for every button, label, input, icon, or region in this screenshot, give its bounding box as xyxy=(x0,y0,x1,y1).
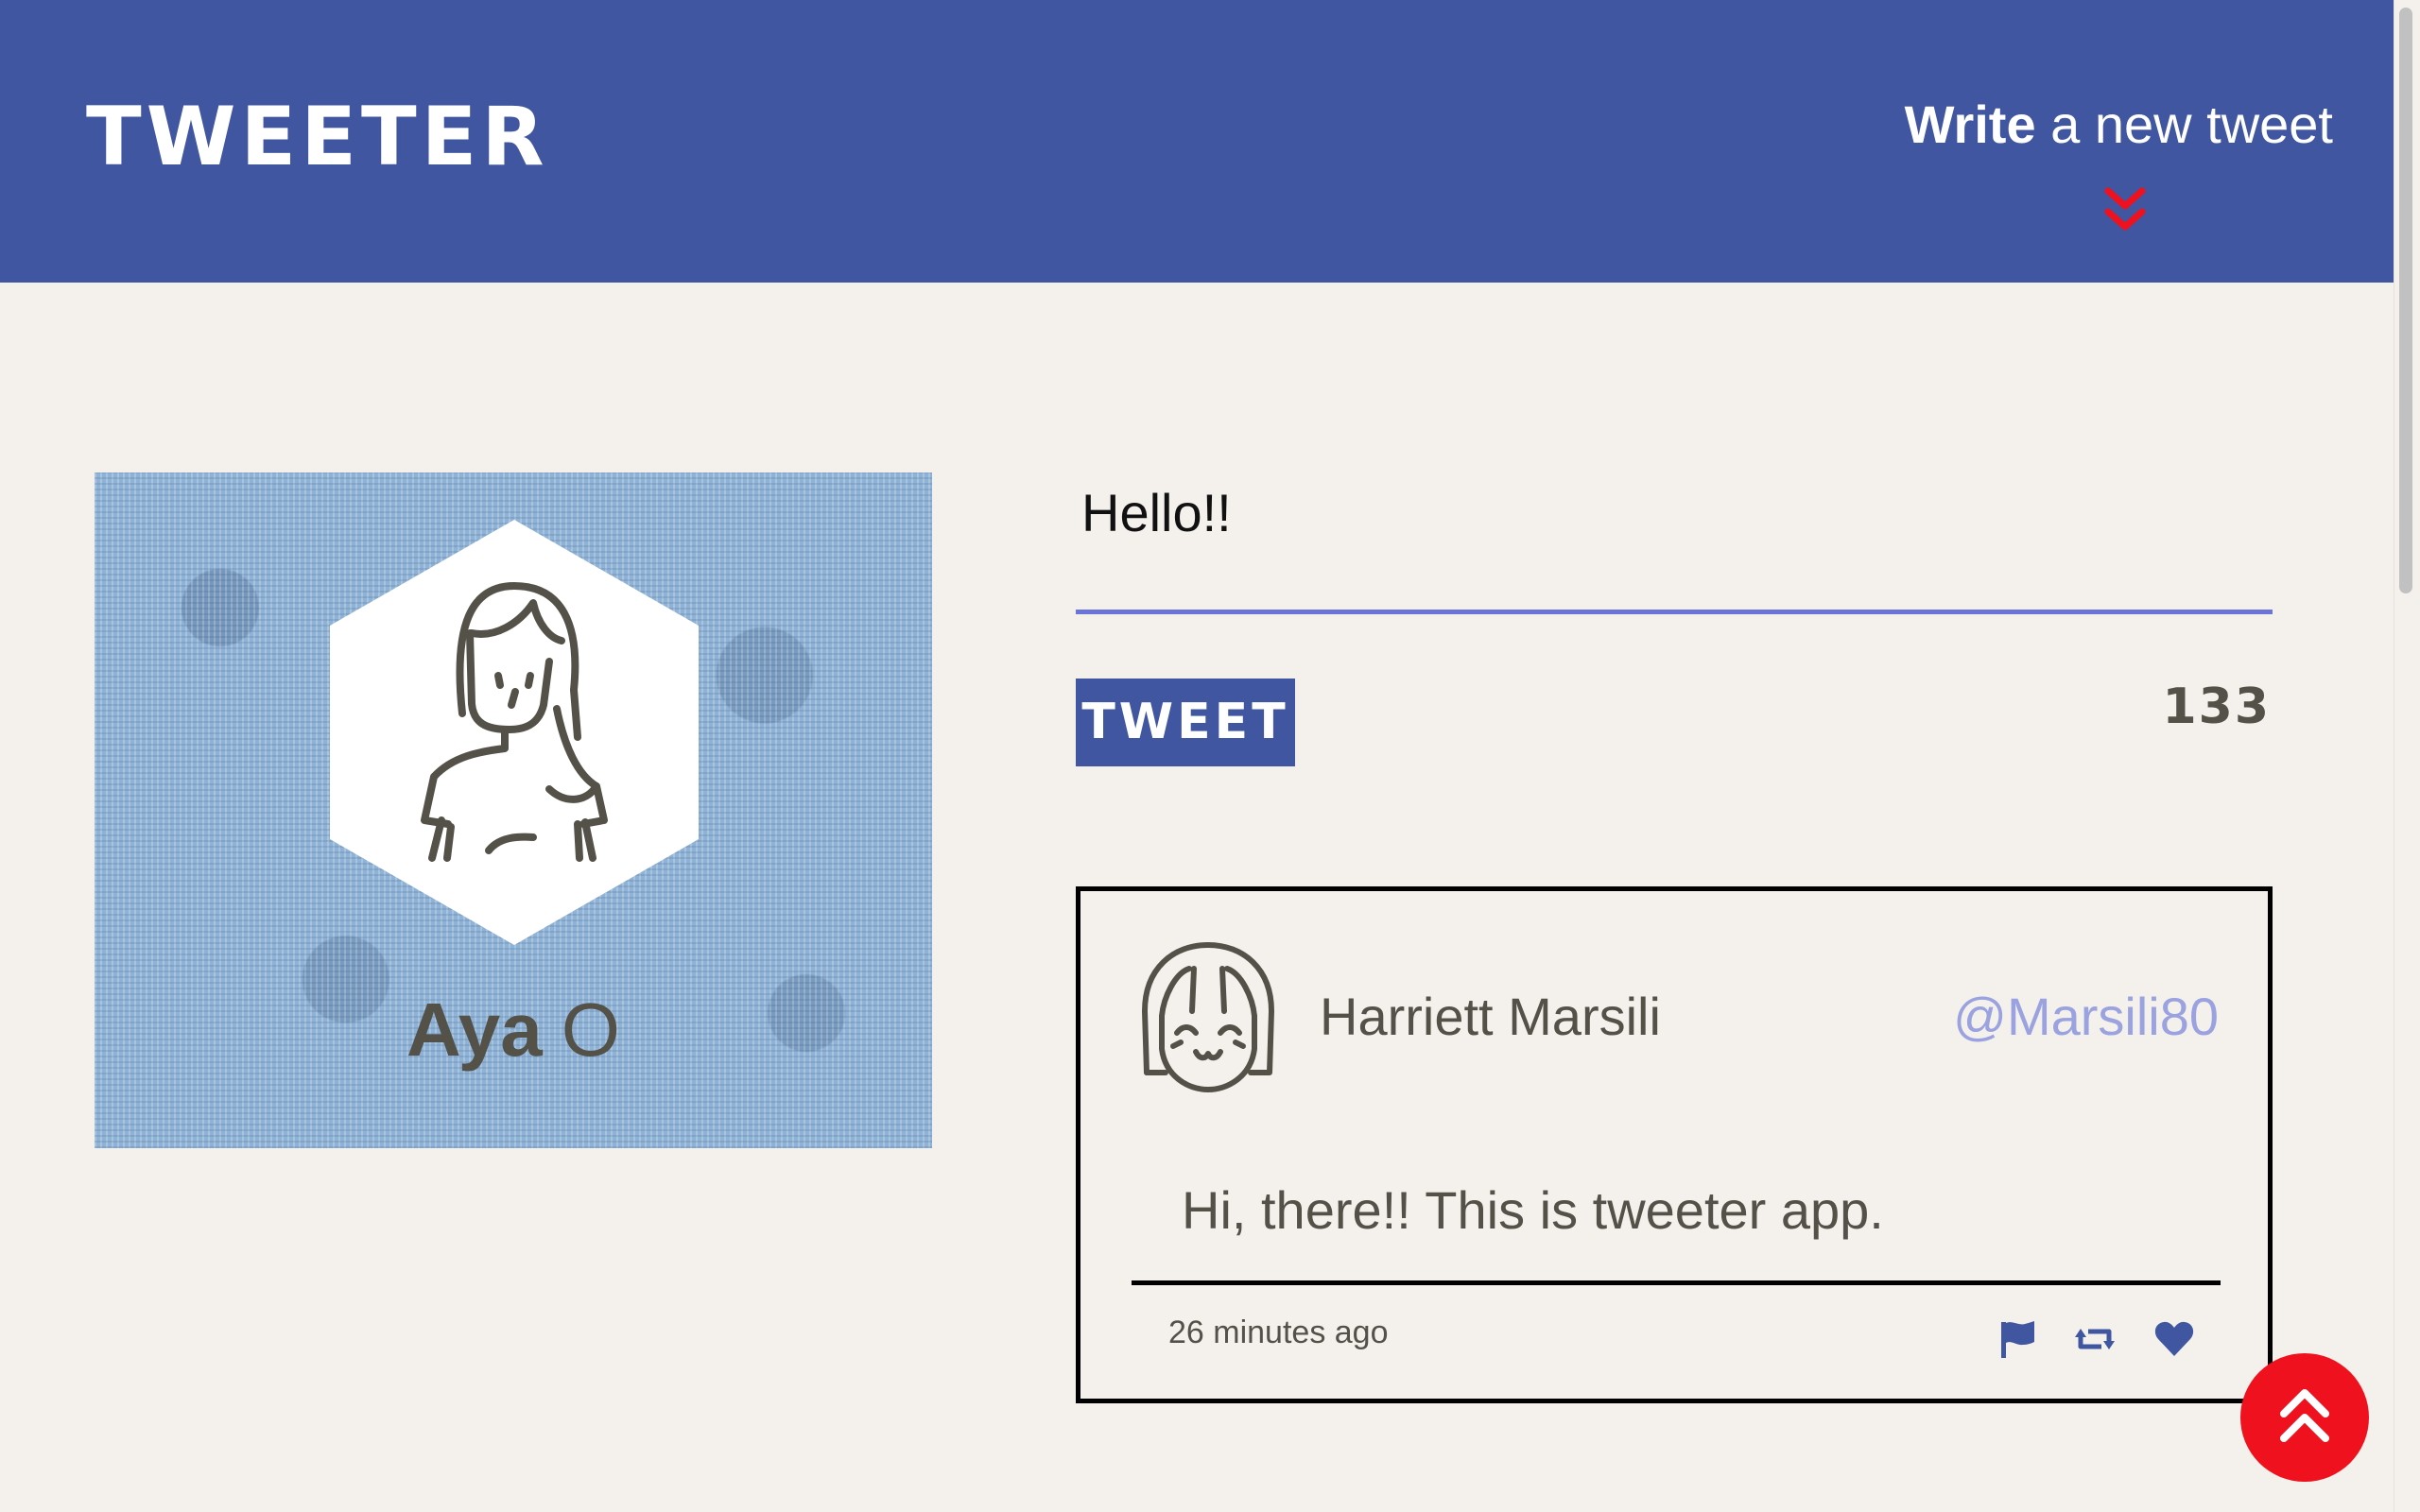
tweet-author-name: Harriett Marsili xyxy=(1320,987,1661,1046)
profile-name-suffix: O xyxy=(561,988,621,1072)
profile-card: Aya O xyxy=(95,472,932,1148)
double-chevron-up-icon xyxy=(2280,1389,2329,1442)
retweet-icon[interactable] xyxy=(2073,1318,2117,1360)
heart-icon[interactable] xyxy=(2152,1318,2196,1360)
double-chevron-down-icon[interactable] xyxy=(2100,185,2150,236)
write-label-bold: Write xyxy=(1904,94,2036,154)
tweet-submit-button[interactable]: TWEET xyxy=(1076,679,1295,766)
write-new-tweet-link[interactable]: Write a new tweet xyxy=(1905,98,2333,151)
compose-tweet-form: TWEET 133 xyxy=(1076,463,2273,766)
character-counter: 133 xyxy=(2162,679,2271,735)
smiling-girl-avatar-icon xyxy=(1142,942,1274,1092)
tweet-content: Hi, there!! This is tweeter app. xyxy=(1182,1180,1884,1240)
tweet-author-handle: @Marsili80 xyxy=(1953,987,2219,1046)
tweet-textarea[interactable] xyxy=(1076,463,2273,614)
profile-avatar xyxy=(330,520,699,945)
profile-name: Aya O xyxy=(95,992,932,1068)
scrollbar-thumb[interactable] xyxy=(2399,8,2412,593)
scroll-to-top-button[interactable] xyxy=(2240,1353,2369,1482)
write-label-rest: a new tweet xyxy=(2035,94,2333,154)
tweet-divider xyxy=(1132,1280,2221,1285)
top-navbar: TWEETER Write a new tweet xyxy=(0,0,2394,283)
profile-first-name: Aya xyxy=(406,988,543,1072)
brand-logo: TWEETER xyxy=(86,90,549,184)
tweet-card: Harriett Marsili @Marsili80 Hi, there!! … xyxy=(1076,886,2273,1403)
tweet-timestamp: 26 minutes ago xyxy=(1168,1314,1389,1350)
flag-icon[interactable] xyxy=(1996,1318,2039,1360)
